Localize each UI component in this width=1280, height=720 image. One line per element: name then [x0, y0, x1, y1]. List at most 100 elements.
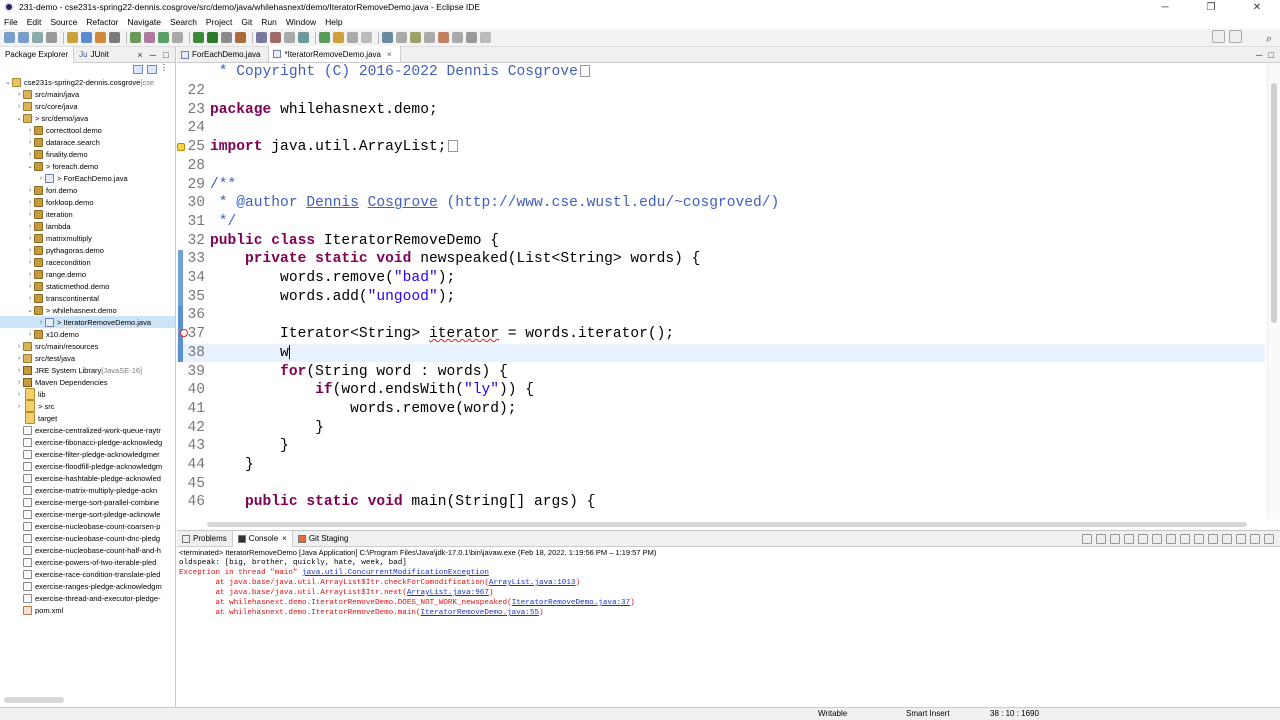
toolbar-button-icon[interactable] [319, 32, 330, 43]
console-toolbar-button-icon[interactable] [1222, 534, 1232, 544]
tab-package-explorer[interactable]: Package Explorer [0, 46, 75, 63]
toolbar-button-icon[interactable] [396, 32, 407, 43]
console-toolbar-button-icon[interactable] [1250, 534, 1260, 544]
expand-arrow-icon[interactable]: › [37, 319, 45, 326]
tree-item[interactable]: exercise-nucleobase-count-dnc-pledg [0, 532, 175, 544]
toolbar-button-icon[interactable] [235, 32, 246, 43]
restore-icon[interactable]: ❐ [1188, 0, 1234, 14]
code-line[interactable]: 38 w [177, 343, 1265, 363]
perspective-debug-icon[interactable] [1229, 30, 1242, 43]
console-toolbar-button-icon[interactable] [1138, 534, 1148, 544]
minimize-icon[interactable]: ─ [148, 50, 158, 60]
toolbar-button-icon[interactable] [193, 32, 204, 43]
expand-arrow-icon[interactable]: › [26, 331, 34, 338]
code-line[interactable]: 24 [177, 119, 1265, 138]
toolbar-button-icon[interactable] [81, 32, 92, 43]
toolbar-button-icon[interactable] [361, 32, 372, 43]
expand-arrow-icon[interactable]: › [26, 151, 34, 158]
tree-item[interactable]: › x10.demo [0, 328, 175, 340]
expand-arrow-icon[interactable]: › [26, 139, 34, 146]
expand-arrow-icon[interactable]: › [26, 271, 34, 278]
toolbar-button-icon[interactable] [144, 32, 155, 43]
code-line[interactable]: 39 for(String word : words) { [177, 362, 1265, 381]
code-line[interactable]: 31 */ [177, 213, 1265, 232]
tab-junit[interactable]: Ju JUnit [74, 47, 114, 63]
search-icon[interactable]: ⌕ [1266, 33, 1272, 46]
tree-item[interactable]: exercise-floodfill-pledge-acknowledgm [0, 460, 175, 472]
toolbar-button-icon[interactable] [18, 32, 29, 43]
error-marker-icon[interactable] [180, 328, 188, 337]
expand-arrow-icon[interactable]: › [15, 403, 23, 410]
toolbar-button-icon[interactable] [284, 32, 295, 43]
tree-item[interactable]: exercise-centralized-work-queue-raytr [0, 424, 175, 436]
console-toolbar-button-icon[interactable] [1124, 534, 1134, 544]
link-editor-icon[interactable] [147, 65, 157, 74]
tab-problems[interactable]: Problems [177, 531, 232, 547]
tree-item[interactable]: › matrixmultiply [0, 232, 175, 244]
tree-item[interactable]: › transcontinental [0, 292, 175, 304]
tree-item[interactable]: ⌄ > src/demo/java [0, 112, 175, 124]
toolbar-button-icon[interactable] [466, 32, 477, 43]
toolbar-button-icon[interactable] [109, 32, 120, 43]
console-toolbar-button-icon[interactable] [1264, 534, 1274, 544]
expand-arrow-icon[interactable]: › [37, 175, 45, 182]
tree-item[interactable]: exercise-matrix-multiply-pledge-ackn [0, 484, 175, 496]
code-line[interactable]: 29 /** [177, 175, 1265, 194]
status-insert-mode[interactable]: Smart Insert [906, 709, 950, 718]
code-line[interactable]: 45 [177, 474, 1265, 493]
code-line[interactable]: 35 words.add("ungood"); [177, 287, 1265, 306]
maximize-icon[interactable]: □ [161, 50, 171, 60]
toolbar-button-icon[interactable] [4, 32, 15, 43]
expand-arrow-icon[interactable]: › [26, 187, 34, 194]
tree-item[interactable]: exercise-filter-pledge-acknowledgmer [0, 448, 175, 460]
toolbar-button-icon[interactable] [95, 32, 106, 43]
tree-item[interactable]: › JRE System Library [JavaSE-16] [0, 364, 175, 376]
expand-arrow-icon[interactable]: ⌄ [4, 78, 12, 86]
expand-arrow-icon[interactable]: › [15, 355, 23, 362]
close-icon[interactable]: × [387, 50, 392, 59]
toolbar-button-icon[interactable] [158, 32, 169, 43]
expand-arrow-icon[interactable]: › [15, 367, 23, 374]
code-line[interactable]: 23 package whilehasnext.demo; [177, 100, 1265, 119]
tree-item[interactable]: › > src [0, 400, 175, 412]
console-toolbar-button-icon[interactable] [1180, 534, 1190, 544]
console-toolbar-button-icon[interactable] [1082, 534, 1092, 544]
toolbar-button-icon[interactable] [438, 32, 449, 43]
expand-arrow-icon[interactable]: › [15, 103, 23, 110]
tree-item[interactable]: ⌄ cse231s-spring22-dennis.cosgrove [cse [0, 76, 175, 88]
warning-marker-icon[interactable] [177, 142, 185, 151]
expand-arrow-icon[interactable]: › [26, 211, 34, 218]
tree-item[interactable]: › > IteratorRemoveDemo.java [0, 316, 175, 328]
expand-arrow-icon[interactable]: ⌄ [26, 306, 34, 314]
console-toolbar-button-icon[interactable] [1096, 534, 1106, 544]
tree-horizontal-scrollbar[interactable] [4, 697, 64, 703]
tree-item[interactable]: › finality.demo [0, 148, 175, 160]
toolbar-button-icon[interactable] [480, 32, 491, 43]
expand-arrow-icon[interactable]: ⌄ [26, 162, 34, 170]
tree-item[interactable]: ⌄ > whilehasnext.demo [0, 304, 175, 316]
toolbar-button-icon[interactable] [452, 32, 463, 43]
expand-arrow-icon[interactable]: › [15, 91, 23, 98]
expand-arrow-icon[interactable]: › [26, 295, 34, 302]
close-icon[interactable]: × [282, 534, 287, 543]
menu-source[interactable]: Source [50, 17, 77, 27]
code-line[interactable]: 40 if(word.endsWith("ly")) { [177, 381, 1265, 400]
console-toolbar-button-icon[interactable] [1152, 534, 1162, 544]
tree-item[interactable]: › pythagoras.demo [0, 244, 175, 256]
expand-arrow-icon[interactable]: › [15, 391, 23, 398]
toolbar-button-icon[interactable] [410, 32, 421, 43]
console-toolbar-button-icon[interactable] [1110, 534, 1120, 544]
maximize-icon[interactable]: □ [1269, 50, 1274, 60]
expand-arrow-icon[interactable]: › [26, 259, 34, 266]
tree-item[interactable]: exercise-hashtable-pledge-acknowled [0, 472, 175, 484]
expand-arrow-icon[interactable]: › [26, 283, 34, 290]
expand-arrow-icon[interactable]: › [26, 127, 34, 134]
menu-help[interactable]: Help [325, 17, 342, 27]
tree-item[interactable]: exercise-nucleobase-count-coarsen-p [0, 520, 175, 532]
code-line[interactable]: 22 [177, 82, 1265, 101]
minimize-icon[interactable]: ─ [1256, 50, 1262, 60]
menu-run[interactable]: Run [261, 17, 277, 27]
console-toolbar-button-icon[interactable] [1236, 534, 1246, 544]
scrollbar-thumb[interactable] [207, 522, 1247, 527]
menu-navigate[interactable]: Navigate [127, 17, 161, 27]
